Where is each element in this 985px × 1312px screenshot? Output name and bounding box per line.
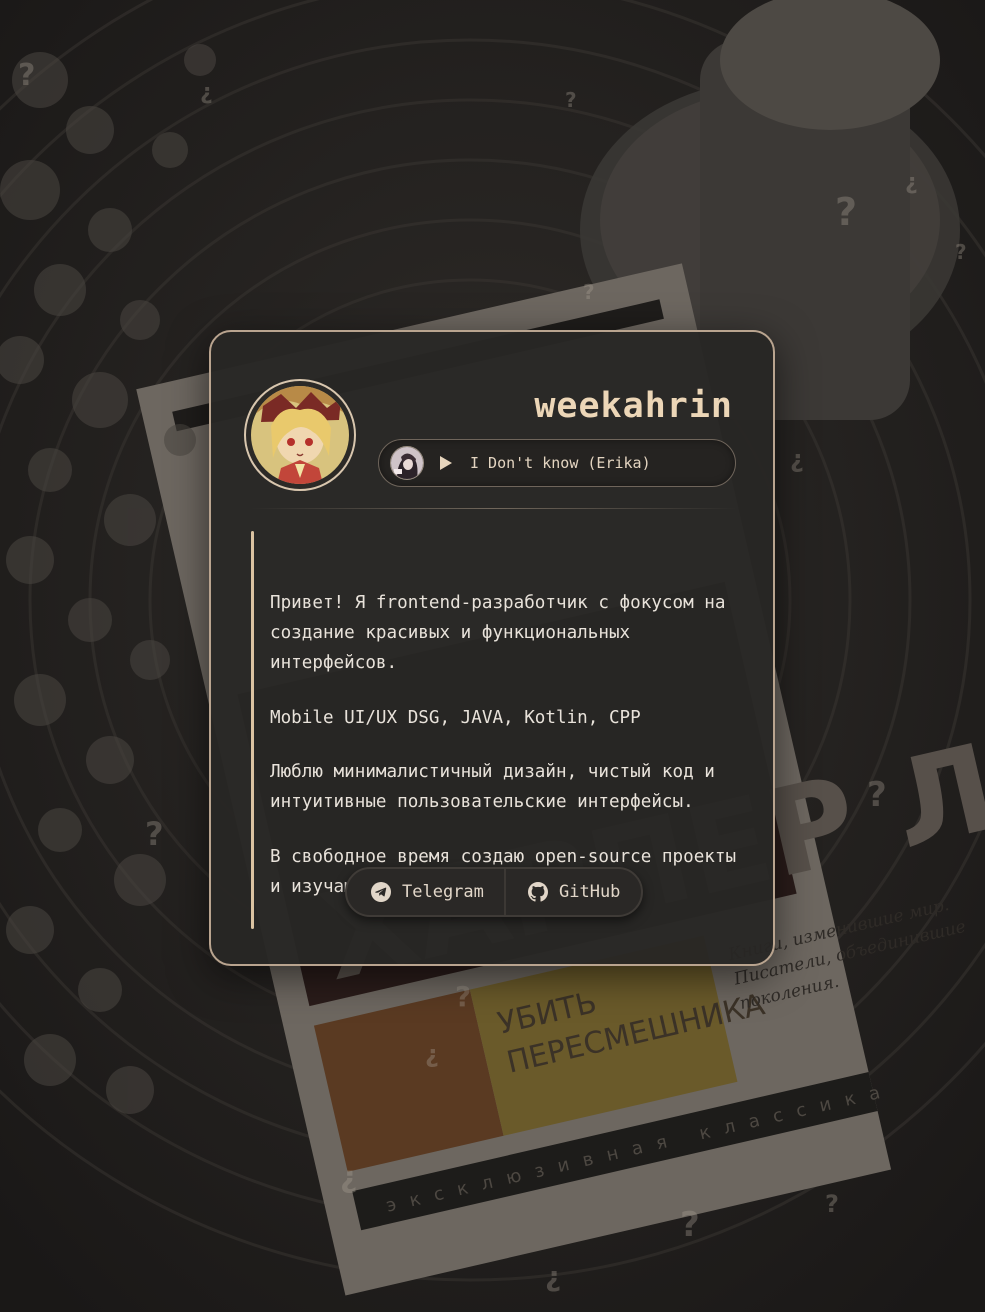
header-divider <box>251 508 737 509</box>
question-mark-decoration: ? <box>18 58 36 93</box>
question-mark-decoration: ? <box>583 280 595 304</box>
question-mark-decoration: ? <box>825 1190 839 1218</box>
question-mark-decoration: ¿ <box>200 80 213 105</box>
profile-card: weekahrin I Don't know (Erika) Привет! Я… <box>209 330 775 966</box>
github-icon <box>528 882 548 902</box>
telegram-link[interactable]: Telegram <box>347 869 505 915</box>
social-links: Telegram GitHub <box>345 867 643 917</box>
question-mark-decoration: ¿ <box>790 445 804 473</box>
track-title: I Don't know (Erika) <box>470 454 651 472</box>
question-mark-decoration: ¿ <box>340 1160 358 1195</box>
telegram-icon <box>371 882 391 902</box>
username: weekahrin <box>534 386 733 426</box>
github-link[interactable]: GitHub <box>506 869 641 915</box>
question-mark-decoration: ? <box>835 190 858 234</box>
question-mark-decoration: ? <box>680 1205 700 1245</box>
question-mark-decoration: ? <box>867 775 887 815</box>
avatar[interactable] <box>244 379 356 491</box>
music-player[interactable]: I Don't know (Erika) <box>378 439 736 487</box>
question-mark-decoration: ¿ <box>905 170 918 195</box>
github-label: GitHub <box>559 882 621 902</box>
question-mark-decoration: ¿ <box>545 1260 562 1293</box>
avatar-anime-character-icon <box>251 386 349 484</box>
telegram-label: Telegram <box>402 882 484 902</box>
question-mark-decoration: ¿ <box>425 1040 439 1068</box>
quote-bar <box>251 785 254 929</box>
question-mark-decoration: ? <box>565 88 577 112</box>
question-mark-decoration: ? <box>455 980 472 1013</box>
question-mark-decoration: ? <box>955 240 967 264</box>
album-cover-icon <box>390 446 424 480</box>
play-icon[interactable] <box>440 456 452 470</box>
question-mark-decoration: ? <box>145 815 164 853</box>
